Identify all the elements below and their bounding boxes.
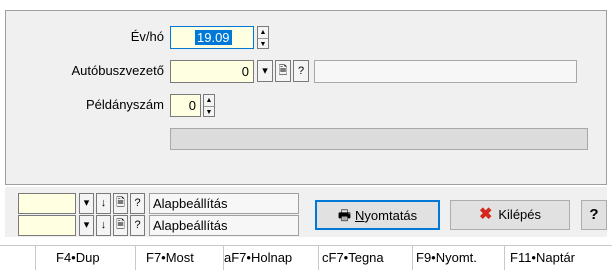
spin-down-icon[interactable]: ▼ <box>204 105 214 117</box>
settings-name: Alapbeállítás <box>149 215 299 236</box>
fkey-f7[interactable]: F7•Most <box>136 246 224 270</box>
exit-button[interactable]: ✖ Kilépés <box>450 200 570 230</box>
settings-row-1: ▾ ↓ 🗎 ? Alapbeállítás <box>18 193 308 214</box>
question-icon: ? <box>297 65 305 77</box>
progress-bar <box>170 128 588 150</box>
parameters-panel: Év/hó 19.09 ▲ ▼ Autóbuszvezető 0 ▾ 🗎 ? Pé… <box>5 10 607 185</box>
exit-label: Kilépés <box>498 207 542 222</box>
print-label-mnemonic: N <box>355 208 365 223</box>
copies-label: Példányszám <box>85 97 164 112</box>
spin-down-icon[interactable]: ▼ <box>258 37 268 49</box>
copies-input[interactable]: 0 <box>170 94 201 117</box>
driver-label: Autóbuszvezető <box>71 63 164 78</box>
spin-up-icon[interactable]: ▲ <box>258 27 268 38</box>
driver-code-input[interactable]: 0 <box>170 60 254 83</box>
settings-dropdown-button[interactable]: ▾ <box>79 193 94 214</box>
spin-up-icon[interactable]: ▲ <box>204 95 214 106</box>
fkey-f11[interactable]: F11•Naptár <box>505 246 612 270</box>
document-icon: 🗎 <box>116 197 125 209</box>
document-icon: 🗎 <box>278 65 288 77</box>
copies-spinner[interactable]: ▲ ▼ <box>203 94 215 117</box>
driver-dropdown-button[interactable]: ▾ <box>257 60 273 82</box>
settings-code-input[interactable] <box>18 193 76 214</box>
print-dialog-window: Év/hó 19.09 ▲ ▼ Autóbuszvezető 0 ▾ 🗎 ? Pé… <box>0 0 612 270</box>
function-key-bar: F4•Dup F7•Most aF7•Holnap cF7•Tegna F9•N… <box>0 245 612 270</box>
driver-name-display <box>314 60 577 83</box>
arrow-down-icon: ↓ <box>100 197 107 209</box>
year-month-input[interactable]: 19.09 <box>170 26 254 49</box>
driver-code-value: 0 <box>241 64 249 79</box>
arrow-down-icon: ↓ <box>100 219 107 231</box>
chevron-down-icon: ▾ <box>83 197 90 209</box>
print-button[interactable]: 🖶 Nyomtatás <box>315 200 440 230</box>
settings-lookup-button[interactable]: ? <box>130 193 145 214</box>
settings-browse-button[interactable]: 🗎 <box>113 193 128 214</box>
settings-sort-button[interactable]: ↓ <box>96 215 111 236</box>
fkey-f9[interactable]: F9•Nyomt. <box>413 246 505 270</box>
printer-icon: 🖶 <box>337 207 352 223</box>
fkey-ctrl-f7[interactable]: cF7•Tegna <box>319 246 413 270</box>
copies-value: 0 <box>188 98 196 113</box>
year-month-value: 19.09 <box>195 30 232 45</box>
settings-browse-button[interactable]: 🗎 <box>113 215 128 236</box>
fkey-alt-f7[interactable]: aF7•Holnap <box>224 246 319 270</box>
document-icon: 🗎 <box>116 219 125 231</box>
driver-lookup-button[interactable]: ? <box>293 60 309 82</box>
settings-code-input[interactable] <box>18 215 76 236</box>
question-icon: ? <box>134 219 141 231</box>
close-x-icon: ✖ <box>478 206 493 223</box>
settings-dropdown-button[interactable]: ▾ <box>79 215 94 236</box>
fkey-f4[interactable]: F4•Dup <box>36 246 136 270</box>
print-label-rest: yomtatás <box>364 208 418 223</box>
help-button[interactable]: ? <box>581 200 607 230</box>
chevron-down-icon: ▾ <box>262 65 268 77</box>
year-month-spinner[interactable]: ▲ ▼ <box>257 26 269 49</box>
chevron-down-icon: ▾ <box>83 219 90 231</box>
settings-lookup-button[interactable]: ? <box>130 215 145 236</box>
year-month-label: Év/hó <box>130 29 164 44</box>
settings-sort-button[interactable]: ↓ <box>96 193 111 214</box>
settings-row-2: ▾ ↓ 🗎 ? Alapbeállítás <box>18 215 308 236</box>
driver-browse-button[interactable]: 🗎 <box>275 60 291 82</box>
settings-name: Alapbeállítás <box>149 193 299 214</box>
question-icon: ? <box>134 197 141 209</box>
fkey-spacer <box>0 246 36 270</box>
settings-area: ▾ ↓ 🗎 ? Alapbeállítás ▾ ↓ 🗎 ? Alapbeállí… <box>5 187 607 237</box>
